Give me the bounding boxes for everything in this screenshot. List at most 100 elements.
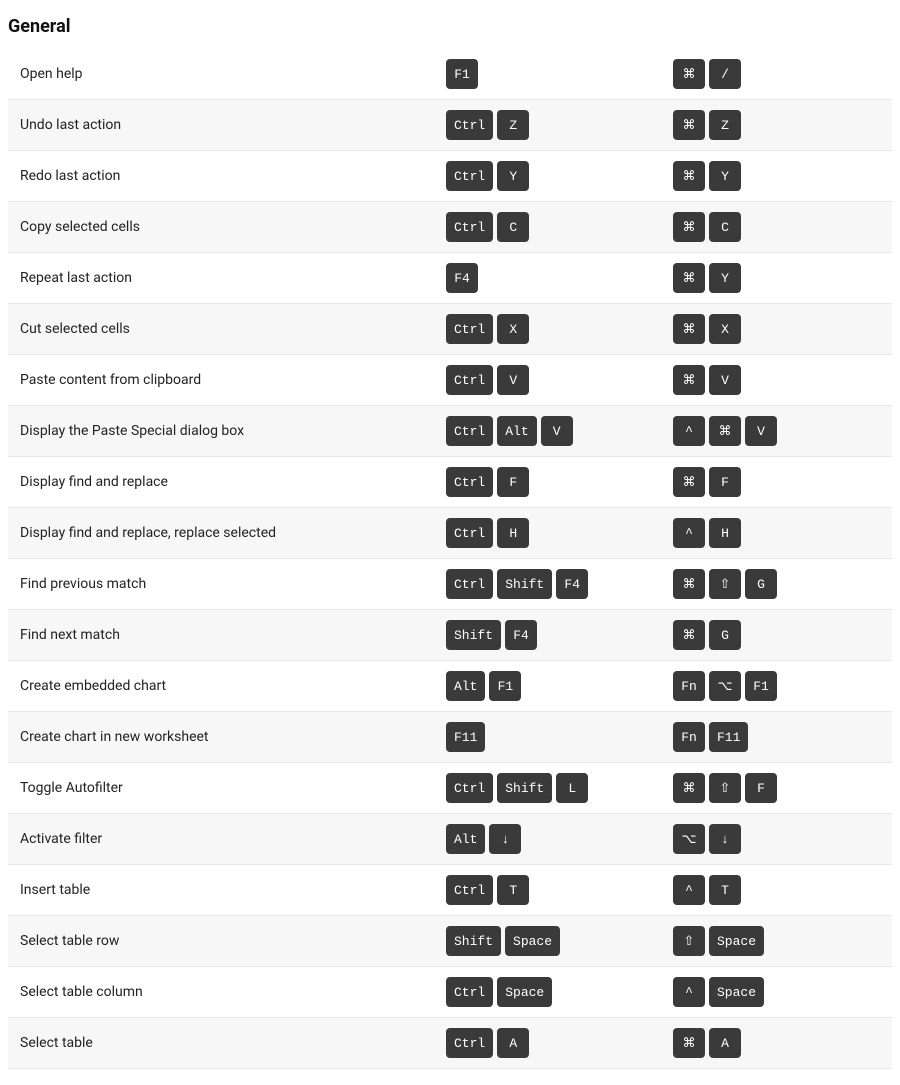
action-name: Create embedded chart — [8, 668, 438, 704]
keyboard-key: T — [497, 875, 529, 905]
windows-keys-group: F1 — [438, 49, 665, 99]
mac-keys-group: ⌘⇧F — [665, 763, 892, 813]
action-name: Copy selected cells — [8, 209, 438, 245]
keyboard-key: Fn — [673, 671, 705, 701]
mac-keys-group: ^Space — [665, 967, 892, 1017]
keyboard-key: ⌘ — [673, 212, 705, 242]
windows-keys-group: CtrlShiftL — [438, 763, 665, 813]
keyboard-key: Ctrl — [446, 467, 493, 497]
keyboard-key: Ctrl — [446, 875, 493, 905]
action-name: Insert table — [8, 872, 438, 908]
shortcut-row: Undo last actionCtrlZ⌘Z — [8, 100, 892, 151]
keyboard-key: ^ — [673, 518, 705, 548]
action-name: Display the Paste Special dialog box — [8, 413, 438, 449]
shortcut-row: Insert tableCtrlT^T — [8, 865, 892, 916]
keyboard-key: A — [497, 1028, 529, 1058]
windows-keys-group: CtrlA — [438, 1018, 665, 1068]
keyboard-key: Ctrl — [446, 212, 493, 242]
keyboard-key: H — [497, 518, 529, 548]
shortcuts-list: Open helpF1⌘/Undo last actionCtrlZ⌘ZRedo… — [8, 49, 892, 1069]
keyboard-key: ⌘ — [673, 1028, 705, 1058]
page-container: General Open helpF1⌘/Undo last actionCtr… — [0, 0, 900, 1085]
windows-keys-group: CtrlF — [438, 457, 665, 507]
keyboard-key: Z — [497, 110, 529, 140]
keyboard-key: F — [745, 773, 777, 803]
action-name: Cut selected cells — [8, 311, 438, 347]
keyboard-key: Space — [497, 977, 552, 1007]
keyboard-key: X — [497, 314, 529, 344]
keyboard-key: ^ — [673, 977, 705, 1007]
keyboard-key: C — [709, 212, 741, 242]
action-name: Find previous match — [8, 566, 438, 602]
keyboard-key: F — [497, 467, 529, 497]
mac-keys-group: ⌘Y — [665, 151, 892, 201]
mac-keys-group: FnF11 — [665, 712, 892, 762]
mac-keys-group: ⌘G — [665, 610, 892, 660]
windows-keys-group: ShiftF4 — [438, 610, 665, 660]
keyboard-key: Ctrl — [446, 314, 493, 344]
mac-keys-group: ⌥↓ — [665, 814, 892, 864]
windows-keys-group: AltF1 — [438, 661, 665, 711]
action-name: Redo last action — [8, 158, 438, 194]
shortcut-row: Display the Paste Special dialog box Ctrl… — [8, 406, 892, 457]
mac-keys-group: ⌘V — [665, 355, 892, 405]
keyboard-key: Space — [505, 926, 560, 956]
windows-keys-group: CtrlV — [438, 355, 665, 405]
shortcut-row: Activate filterAlt↓⌥↓ — [8, 814, 892, 865]
keyboard-key: L — [556, 773, 588, 803]
shortcut-row: Toggle AutofilterCtrlShiftL⌘⇧F — [8, 763, 892, 814]
keyboard-key: ⇧ — [709, 569, 741, 599]
shortcut-row: Select table rowShiftSpace⇧Space — [8, 916, 892, 967]
mac-keys-group: ^H — [665, 508, 892, 558]
shortcut-row: Cut selected cellsCtrlX⌘X — [8, 304, 892, 355]
keyboard-key: ⌘ — [673, 773, 705, 803]
mac-keys-group: ⌘⇧G — [665, 559, 892, 609]
keyboard-key: Z — [709, 110, 741, 140]
keyboard-key: F — [709, 467, 741, 497]
keyboard-key: Ctrl — [446, 416, 493, 446]
keyboard-key: ⌘ — [673, 59, 705, 89]
keyboard-key: Shift — [446, 620, 501, 650]
keyboard-key: Ctrl — [446, 365, 493, 395]
windows-keys-group: Alt↓ — [438, 814, 665, 864]
mac-keys-group: ^⌘V — [665, 406, 892, 456]
windows-keys-group: CtrlC — [438, 202, 665, 252]
keyboard-key: F1 — [745, 671, 777, 701]
action-name: Paste content from clipboard — [8, 362, 438, 398]
action-name: Select table column — [8, 974, 438, 1010]
keyboard-key: V — [541, 416, 573, 446]
shortcut-row: Find next matchShiftF4⌘G — [8, 610, 892, 661]
windows-keys-group: CtrlShiftF4 — [438, 559, 665, 609]
keyboard-key: Y — [709, 263, 741, 293]
mac-keys-group: ⌘Z — [665, 100, 892, 150]
action-name: Display find and replace, replace select… — [8, 515, 438, 551]
keyboard-key: ⌥ — [709, 671, 741, 701]
action-name: Find next match — [8, 617, 438, 653]
action-name: Toggle Autofilter — [8, 770, 438, 806]
keyboard-key: C — [497, 212, 529, 242]
keyboard-key: F11 — [709, 722, 748, 752]
keyboard-key: F1 — [489, 671, 521, 701]
shortcut-row: Create embedded chartAltF1Fn⌥F1 — [8, 661, 892, 712]
keyboard-key: F1 — [446, 59, 478, 89]
action-name: Open help — [8, 56, 438, 92]
keyboard-key: Shift — [446, 926, 501, 956]
shortcut-row: Paste content from clipboardCtrlV⌘V — [8, 355, 892, 406]
keyboard-key: F4 — [446, 263, 478, 293]
keyboard-key: Space — [709, 977, 764, 1007]
keyboard-key: ⌘ — [673, 314, 705, 344]
keyboard-key: Ctrl — [446, 110, 493, 140]
keyboard-key: F4 — [556, 569, 588, 599]
keyboard-key: ⌘ — [709, 416, 741, 446]
keyboard-key: G — [745, 569, 777, 599]
action-name: Display find and replace — [8, 464, 438, 500]
windows-keys-group: F4 — [438, 253, 665, 303]
keyboard-key: Alt — [446, 824, 485, 854]
keyboard-key: ⌘ — [673, 467, 705, 497]
action-name: Select table row — [8, 923, 438, 959]
keyboard-key: G — [709, 620, 741, 650]
keyboard-key: Ctrl — [446, 569, 493, 599]
mac-keys-group: ⌘C — [665, 202, 892, 252]
keyboard-key: Ctrl — [446, 518, 493, 548]
mac-keys-group: ⌘F — [665, 457, 892, 507]
